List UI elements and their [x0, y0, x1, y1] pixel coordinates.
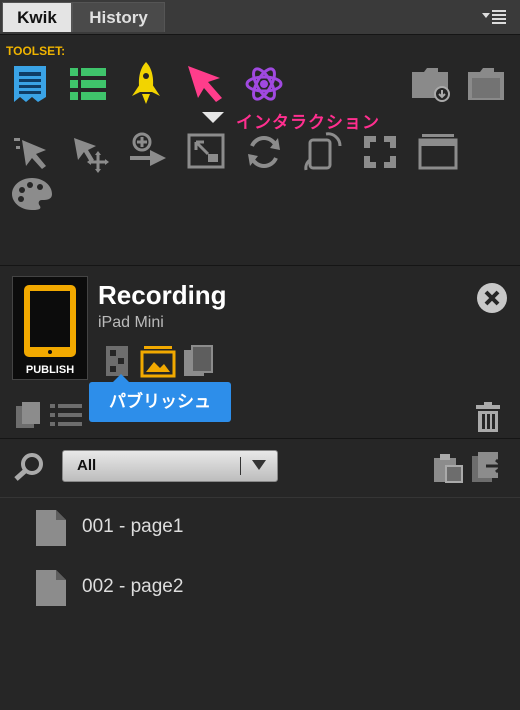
list-item[interactable]: 002 - page2	[34, 568, 334, 610]
tablet-icon	[24, 285, 76, 357]
page-file-icon	[36, 510, 66, 546]
palette-icon[interactable]	[10, 176, 54, 212]
paste-page-icon[interactable]	[432, 450, 464, 484]
list-view-icon[interactable]	[48, 402, 84, 428]
atom-icon[interactable]	[244, 64, 284, 104]
section-divider	[0, 265, 520, 266]
resize-icon[interactable]	[186, 132, 226, 170]
publish-device-thumbnail[interactable]: PUBLISH	[12, 276, 88, 380]
refresh-icon[interactable]	[244, 132, 284, 172]
export-page-icon[interactable]	[470, 450, 506, 484]
panel-tab-bar: Kwik History	[0, 0, 520, 35]
tooltip-pointer-icon	[202, 112, 224, 123]
search-icon[interactable]	[12, 452, 46, 482]
image-publish-icon[interactable]	[140, 344, 176, 378]
pointer-arrow-icon[interactable]	[184, 62, 228, 106]
page-file-icon	[36, 570, 66, 606]
thumbnail-view-icon[interactable]	[14, 400, 42, 430]
panel-menu-icon[interactable]	[482, 8, 508, 24]
fullscreen-icon[interactable]	[362, 134, 398, 170]
project-title: Recording	[98, 280, 227, 310]
section-divider	[0, 497, 520, 498]
filter-value: All	[77, 457, 97, 474]
close-icon[interactable]	[476, 282, 508, 314]
pointer-select-icon[interactable]	[12, 134, 52, 174]
chevron-down-icon	[252, 460, 266, 470]
rotate-device-icon[interactable]	[302, 130, 344, 174]
tab-history[interactable]: History	[72, 2, 165, 32]
move-pointer-icon[interactable]	[70, 134, 110, 174]
page-label: 001 - page1	[82, 516, 184, 537]
list-grid-icon[interactable]	[68, 66, 108, 102]
publish-label: PUBLISH	[25, 364, 75, 376]
export-map-icon[interactable]	[104, 344, 132, 378]
project-device: iPad Mini	[98, 314, 164, 331]
folder-icon[interactable]	[466, 68, 508, 102]
filter-separator	[240, 457, 241, 475]
toolset-label: TOOLSET:	[6, 44, 66, 58]
copy-pages-icon[interactable]	[182, 344, 214, 378]
trash-icon[interactable]	[474, 400, 502, 434]
window-icon[interactable]	[418, 132, 458, 170]
folder-add-icon[interactable]	[410, 66, 452, 102]
tab-kwik[interactable]: Kwik	[2, 2, 72, 32]
section-divider	[0, 438, 520, 439]
publish-tooltip: パブリッシュ	[89, 374, 231, 422]
add-action-icon[interactable]	[126, 130, 172, 174]
rocket-icon[interactable]	[128, 60, 164, 106]
list-item[interactable]: 001 - page1	[34, 508, 334, 550]
document-icon[interactable]	[10, 64, 50, 104]
page-label: 002 - page2	[82, 576, 184, 597]
filter-select[interactable]: All	[62, 450, 278, 482]
